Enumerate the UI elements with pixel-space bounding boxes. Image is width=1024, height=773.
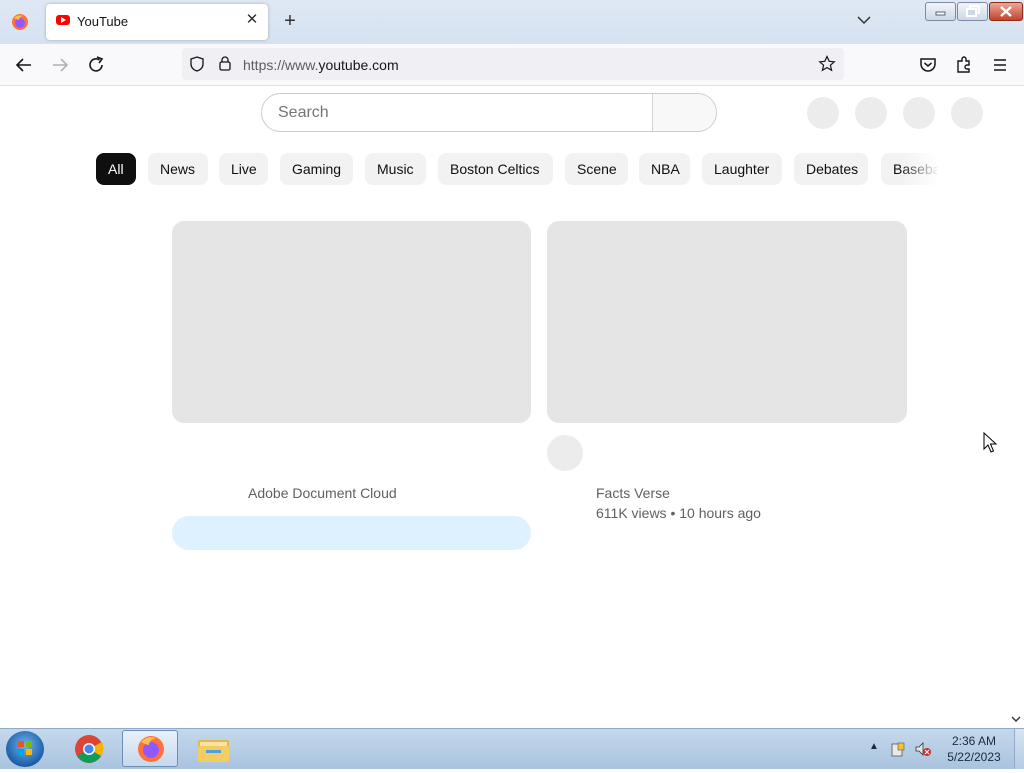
restore-icon (966, 5, 980, 17)
chip-debates[interactable]: Debates (794, 153, 868, 185)
close-window-button[interactable] (989, 2, 1023, 21)
clock-time: 2:36 AM (951, 734, 997, 748)
close-icon (1000, 6, 1012, 17)
new-tab-button[interactable]: + (280, 10, 300, 32)
minimize-icon (935, 11, 946, 16)
search-input[interactable] (262, 94, 654, 131)
mouse-cursor-icon (983, 432, 997, 453)
extensions-puzzle-icon[interactable] (953, 54, 975, 76)
category-chip-bar: All News Live Gaming Music Boston Celtic… (96, 153, 938, 185)
chip-all[interactable]: All (96, 153, 136, 185)
channel-avatar-placeholder[interactable] (547, 435, 583, 471)
header-icon-placeholder-3[interactable] (903, 97, 935, 129)
show-hidden-icons-button[interactable]: ▲ (869, 741, 879, 752)
header-icon-placeholder-2[interactable] (855, 97, 887, 129)
chip-bar-fade (900, 153, 940, 185)
video-thumbnail-placeholder[interactable] (172, 221, 531, 423)
url-prefix: https://www. (243, 57, 319, 73)
taskbar-firefox[interactable] (122, 730, 178, 767)
clock-date: 5/22/2023 (947, 750, 1001, 764)
back-arrow-icon[interactable] (13, 54, 35, 76)
taskbar-file-explorer[interactable] (186, 730, 242, 767)
hamburger-menu-icon[interactable] (989, 54, 1011, 76)
taskbar-chrome[interactable] (62, 730, 118, 767)
chip-gaming[interactable]: Gaming (280, 153, 353, 185)
url-text[interactable]: https://www.youtube.com (243, 57, 399, 73)
account-avatar-placeholder[interactable] (951, 97, 983, 129)
reload-icon[interactable] (85, 54, 107, 76)
video-meta: 611K views • 10 hours ago (596, 505, 761, 521)
header-icon-placeholder-1[interactable] (807, 97, 839, 129)
tracking-protection-shield-icon[interactable] (189, 56, 205, 72)
search-box (261, 93, 717, 132)
chip-music[interactable]: Music (365, 153, 426, 185)
search-button[interactable] (652, 94, 716, 131)
start-button[interactable] (6, 731, 44, 767)
folder-icon (198, 740, 229, 762)
address-bar[interactable]: https://www.youtube.com (182, 48, 844, 80)
channel-name[interactable]: Facts Verse (596, 485, 670, 501)
action-center-flag-icon[interactable] (889, 740, 907, 758)
firefox-icon (138, 736, 164, 762)
pocket-icon[interactable] (917, 54, 939, 76)
windows-logo-icon (18, 741, 32, 755)
chevron-down-icon[interactable] (856, 12, 872, 28)
firefox-view-icon[interactable] (10, 12, 30, 32)
chip-laughter[interactable]: Laughter (702, 153, 782, 185)
tab-youtube[interactable]: YouTube ✕ (46, 4, 268, 40)
lock-icon[interactable] (217, 55, 233, 72)
restore-window-button[interactable] (957, 2, 988, 21)
system-clock[interactable]: 2:36 AM 5/22/2023 (944, 733, 1004, 765)
video-thumbnail-placeholder[interactable] (547, 221, 907, 423)
chip-scene[interactable]: Scene (565, 153, 628, 185)
channel-name[interactable]: Adobe Document Cloud (248, 485, 397, 501)
minimize-window-button[interactable] (925, 2, 956, 21)
youtube-favicon-icon (56, 15, 70, 25)
chip-live[interactable]: Live (219, 153, 268, 185)
volume-muted-icon[interactable] (914, 740, 932, 758)
tab-title: YouTube (77, 14, 129, 29)
windows-taskbar: ▲ 2:36 AM 5/22/2023 (0, 728, 1024, 769)
scroll-down-arrow-icon[interactable] (1010, 713, 1022, 725)
chip-news[interactable]: News (148, 153, 208, 185)
bookmark-star-icon[interactable] (818, 55, 836, 73)
forward-arrow-icon[interactable] (49, 54, 71, 76)
chip-boston-celtics[interactable]: Boston Celtics (438, 153, 553, 185)
chrome-icon (75, 735, 104, 763)
navigation-toolbar: https://www.youtube.com (0, 44, 1024, 86)
close-tab-icon[interactable]: ✕ (244, 12, 260, 28)
chip-nba[interactable]: NBA (639, 153, 690, 185)
show-desktop-button[interactable] (1014, 729, 1024, 769)
url-domain: youtube.com (318, 57, 399, 73)
browser-tab-strip: YouTube ✕ + (0, 0, 1024, 44)
ad-cta-button-placeholder[interactable] (172, 516, 531, 550)
